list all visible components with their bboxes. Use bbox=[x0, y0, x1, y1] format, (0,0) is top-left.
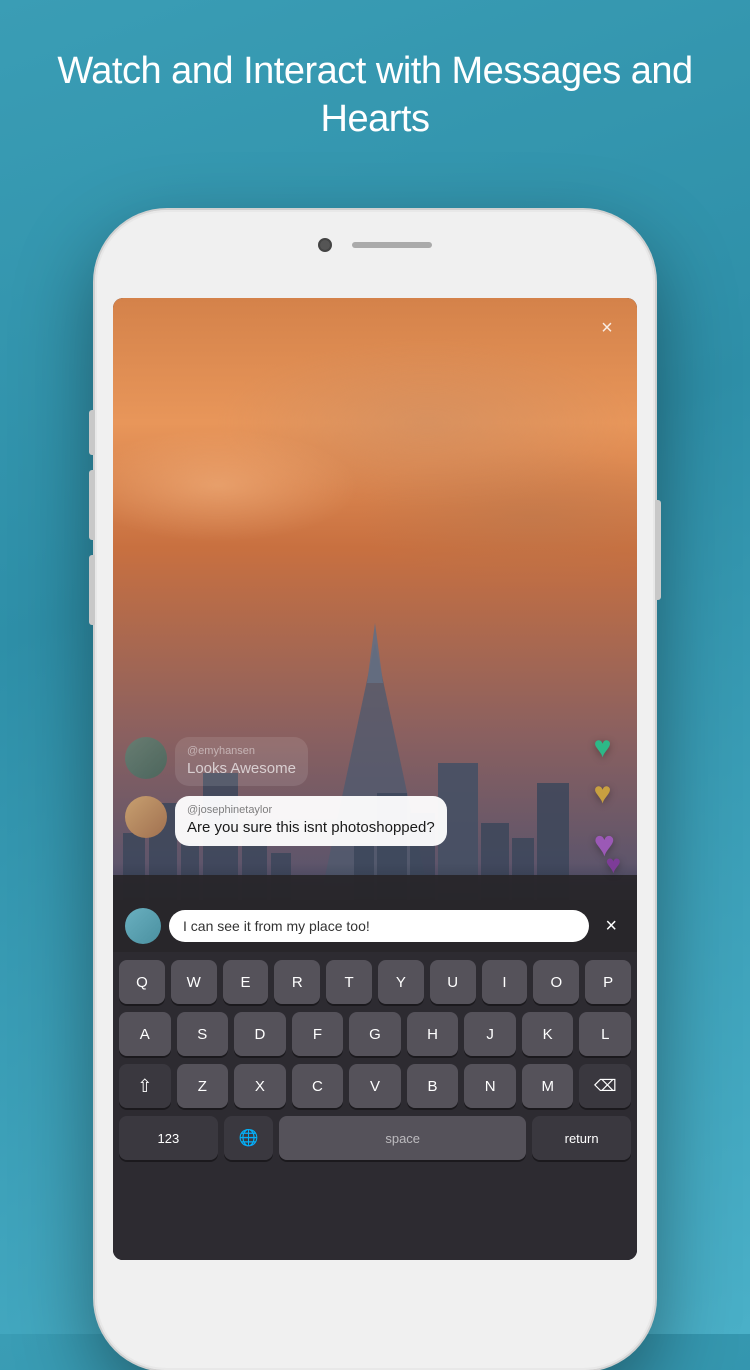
return-key[interactable]: return bbox=[532, 1116, 631, 1160]
key-z[interactable]: Z bbox=[177, 1064, 229, 1108]
key-m[interactable]: M bbox=[522, 1064, 574, 1108]
message-bubble-1: @emyhansen Looks Awesome bbox=[125, 737, 625, 787]
key-d[interactable]: D bbox=[234, 1012, 286, 1056]
bubble-2-username: @josephinetaylor bbox=[187, 804, 435, 816]
volume-down-button[interactable] bbox=[89, 555, 95, 625]
speaker bbox=[352, 242, 432, 248]
phone-screen: × ♥ ♥ ♥ ♥ @emyhansen Looks Awesome bbox=[113, 298, 637, 1260]
key-a[interactable]: A bbox=[119, 1012, 171, 1056]
power-button[interactable] bbox=[655, 500, 661, 600]
phone-frame: × ♥ ♥ ♥ ♥ @emyhansen Looks Awesome bbox=[95, 210, 655, 1370]
key-j[interactable]: J bbox=[464, 1012, 516, 1056]
key-b[interactable]: B bbox=[407, 1064, 459, 1108]
key-p[interactable]: P bbox=[585, 960, 631, 1004]
key-t[interactable]: T bbox=[326, 960, 372, 1004]
key-i[interactable]: I bbox=[482, 960, 528, 1004]
key-n[interactable]: N bbox=[464, 1064, 516, 1108]
key-c[interactable]: C bbox=[292, 1064, 344, 1108]
keyboard-row-1: Q W E R T Y U I O P bbox=[119, 960, 631, 1004]
key-g[interactable]: G bbox=[349, 1012, 401, 1056]
key-x[interactable]: X bbox=[234, 1064, 286, 1108]
input-user-avatar bbox=[125, 908, 161, 944]
close-button[interactable]: × bbox=[591, 312, 623, 344]
key-k[interactable]: K bbox=[522, 1012, 574, 1056]
keyboard-row-2: A S D F G H J K L bbox=[119, 1012, 631, 1056]
bubble-2-text: Are you sure this isnt photoshopped? bbox=[187, 818, 435, 838]
input-close-button[interactable]: × bbox=[597, 911, 625, 942]
key-w[interactable]: W bbox=[171, 960, 217, 1004]
bubble-1-content: @emyhansen Looks Awesome bbox=[175, 737, 308, 787]
key-o[interactable]: O bbox=[533, 960, 579, 1004]
key-h[interactable]: H bbox=[407, 1012, 459, 1056]
key-q[interactable]: Q bbox=[119, 960, 165, 1004]
volume-up-button[interactable] bbox=[89, 470, 95, 540]
key-e[interactable]: E bbox=[223, 960, 269, 1004]
numbers-key[interactable]: 123 bbox=[119, 1116, 218, 1160]
message-bubble-2: @josephinetaylor Are you sure this isnt … bbox=[125, 796, 625, 846]
emoji-key[interactable]: 🌐 bbox=[224, 1116, 273, 1160]
bubble-2-content: @josephinetaylor Are you sure this isnt … bbox=[175, 796, 447, 846]
space-key[interactable]: space bbox=[279, 1116, 526, 1160]
key-s[interactable]: S bbox=[177, 1012, 229, 1056]
avatar-emyhansen bbox=[125, 737, 167, 779]
key-v[interactable]: V bbox=[349, 1064, 401, 1108]
shift-key[interactable]: ⇧ bbox=[119, 1064, 171, 1108]
messages-area: @emyhansen Looks Awesome @josephinetaylo… bbox=[113, 737, 637, 856]
delete-key[interactable]: ⌫ bbox=[579, 1064, 631, 1108]
keyboard-row-3: ⇧ Z X C V B N M ⌫ bbox=[119, 1064, 631, 1108]
mute-button[interactable] bbox=[89, 410, 95, 455]
bubble-1-username: @emyhansen bbox=[187, 745, 296, 757]
keyboard: Q W E R T Y U I O P A S D F G H J K bbox=[113, 952, 637, 1260]
bubble-1-text: Looks Awesome bbox=[187, 759, 296, 779]
avatar-josephinetaylor bbox=[125, 796, 167, 838]
input-area: I can see it from my place too! × bbox=[113, 900, 637, 952]
key-f[interactable]: F bbox=[292, 1012, 344, 1056]
key-l[interactable]: L bbox=[579, 1012, 631, 1056]
key-y[interactable]: Y bbox=[378, 960, 424, 1004]
message-input[interactable]: I can see it from my place too! bbox=[169, 910, 589, 942]
key-u[interactable]: U bbox=[430, 960, 476, 1004]
header-text: Watch and Interact with Messages and Hea… bbox=[0, 0, 750, 173]
front-camera bbox=[318, 238, 332, 252]
keyboard-row-4: 123 🌐 space return bbox=[119, 1116, 631, 1160]
key-r[interactable]: R bbox=[274, 960, 320, 1004]
